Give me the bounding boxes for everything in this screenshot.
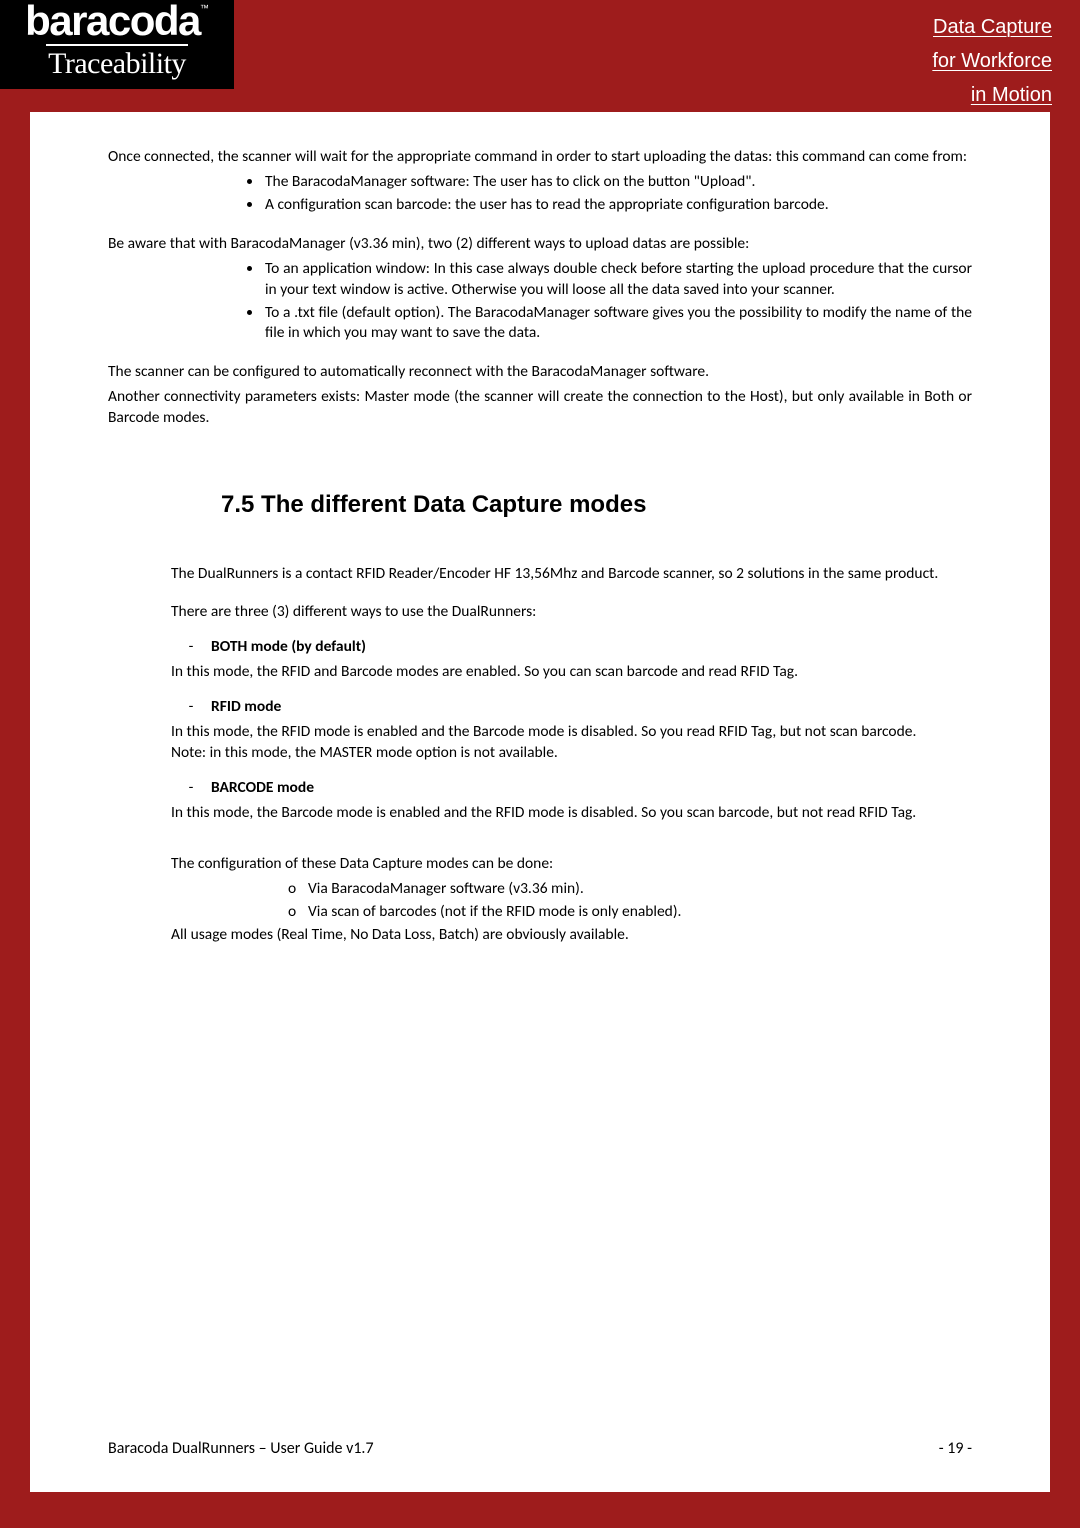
paragraph: In this mode, the RFID mode is enabled a… [171, 722, 972, 743]
tagline-line-1: Data Capture [932, 10, 1052, 44]
footer: Baracoda DualRunners – User Guide v1.7 -… [108, 1438, 972, 1460]
bullet-list: The BaracodaManager software: The user h… [263, 172, 972, 216]
mode-heading: -RFID mode [171, 697, 972, 718]
paragraph: The configuration of these Data Capture … [171, 854, 972, 875]
circle-bullet-icon: o [288, 879, 308, 900]
circle-bullet-icon: o [288, 902, 308, 923]
bullet-item: To a .txt file (default option). The Bar… [263, 303, 972, 345]
tagline-line-3: in Motion [932, 78, 1052, 112]
paragraph: In this mode, the RFID and Barcode modes… [171, 662, 972, 683]
document-content: Once connected, the scanner will wait fo… [30, 112, 1050, 1492]
paragraph: The scanner can be configured to automat… [108, 362, 972, 383]
mode-heading: -BARCODE mode [171, 778, 972, 799]
mode-title-text: BOTH mode (by default) [211, 637, 366, 656]
logo-trademark: ™ [200, 3, 209, 13]
tagline: Data Capture for Workforce in Motion [932, 10, 1052, 112]
paragraph: Be aware that with BaracodaManager (v3.3… [108, 234, 972, 255]
paragraph: In this mode, the Barcode mode is enable… [171, 803, 972, 824]
tagline-line-2: for Workforce [932, 44, 1052, 78]
bullet-item: The BaracodaManager software: The user h… [263, 172, 972, 193]
paragraph: The DualRunners is a contact RFID Reader… [171, 564, 972, 585]
dash: - [171, 637, 211, 658]
mode-title-text: BARCODE mode [211, 778, 314, 797]
dash: - [171, 778, 211, 799]
bullet-list: To an application window: In this case a… [263, 259, 972, 345]
header: baracoda™ Traceability Data Capture for … [0, 0, 1080, 112]
logo-subtitle: Traceability [46, 44, 188, 82]
sub-bullet-text: Via scan of barcodes (not if the RFID mo… [308, 902, 681, 921]
logo-brand-text: baracoda [25, 0, 200, 44]
paragraph: All usage modes (Real Time, No Data Loss… [171, 925, 972, 946]
section-heading: 7.5 The different Data Capture modes [221, 489, 972, 521]
footer-page-number: - 19 - [939, 1438, 972, 1460]
mode-title-text: RFID mode [211, 697, 281, 716]
dash: - [171, 697, 211, 718]
paragraph: Note: in this mode, the MASTER mode opti… [171, 743, 972, 764]
sub-bullet-text: Via BaracodaManager software (v3.36 min)… [308, 879, 584, 898]
sub-bullet-list: oVia BaracodaManager software (v3.36 min… [288, 879, 972, 923]
footer-title: Baracoda DualRunners – User Guide v1.7 [108, 1438, 374, 1460]
sub-bullet-item: oVia BaracodaManager software (v3.36 min… [288, 879, 972, 900]
logo-brand: baracoda™ [0, 0, 234, 42]
mode-heading: -BOTH mode (by default) [171, 637, 972, 658]
indented-section: All usage modes (Real Time, No Data Loss… [171, 925, 972, 946]
sub-bullet-item: oVia scan of barcodes (not if the RFID m… [288, 902, 972, 923]
indented-section: The DualRunners is a contact RFID Reader… [171, 564, 972, 875]
paragraph: Once connected, the scanner will wait fo… [108, 147, 972, 168]
page: baracoda™ Traceability Data Capture for … [0, 0, 1080, 1528]
paragraph: There are three (3) different ways to us… [171, 602, 972, 623]
bullet-item: To an application window: In this case a… [263, 259, 972, 301]
paragraph: Another connectivity parameters exists: … [108, 387, 972, 429]
logo: baracoda™ Traceability [0, 0, 234, 89]
bullet-item: A configuration scan barcode: the user h… [263, 195, 972, 216]
